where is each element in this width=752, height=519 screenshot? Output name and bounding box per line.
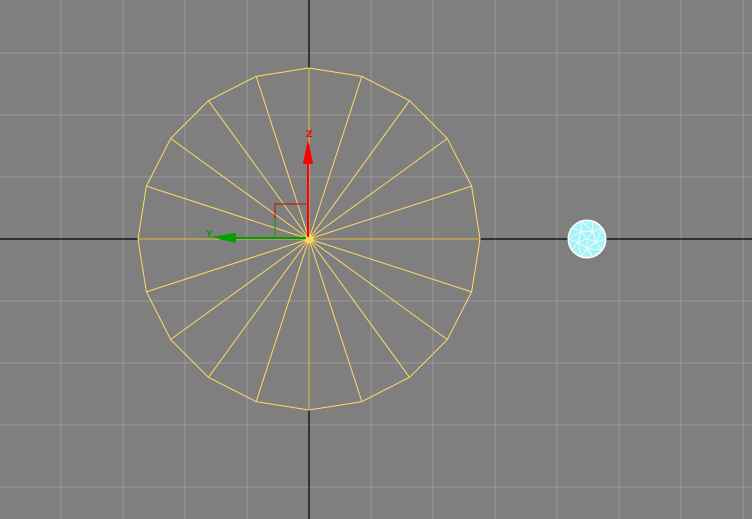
cone-segment-edge xyxy=(208,238,310,378)
cone-segment-edge xyxy=(170,138,310,240)
cone-segment-edge xyxy=(255,238,310,402)
gizmo-z-arrowhead[interactable] xyxy=(303,139,313,164)
cone-wireframe[interactable] xyxy=(137,67,481,411)
gizmo-y-arrowhead[interactable] xyxy=(211,233,236,243)
gizmo-plane-handle-vertical[interactable] xyxy=(274,203,306,237)
geosphere-object[interactable] xyxy=(567,219,607,259)
viewport-canvas[interactable]: Z Y xyxy=(0,0,752,519)
cone-segment-edge xyxy=(308,100,410,240)
cone-segment-edge xyxy=(208,100,310,240)
gizmo-z-label: Z xyxy=(306,130,313,140)
cone-segment-edge xyxy=(308,238,410,378)
viewport-grid xyxy=(0,0,752,519)
gizmo-y-label: Y xyxy=(205,230,213,240)
cone-segment-edge xyxy=(308,185,472,240)
transform-gizmo[interactable]: Z Y xyxy=(205,130,313,243)
cone-segment-edge xyxy=(308,238,448,340)
cone-segment-edge xyxy=(308,76,363,240)
cone-segment-edge xyxy=(308,238,363,402)
world-axes xyxy=(0,0,752,519)
cone-segment-edge xyxy=(308,238,472,293)
cone-segment-edge xyxy=(146,185,310,240)
cone-segment-edge xyxy=(146,238,310,293)
viewport-scene[interactable]: Z Y xyxy=(0,0,752,519)
cone-segment-edge xyxy=(308,138,448,240)
cone-segment-edge xyxy=(255,76,310,240)
cone-segment-edge xyxy=(170,238,310,340)
